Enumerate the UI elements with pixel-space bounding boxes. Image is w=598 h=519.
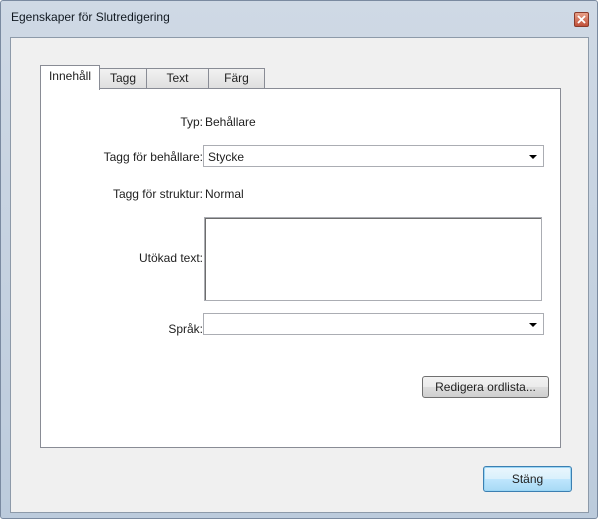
container-tag-value: Stycke <box>208 150 245 164</box>
tab-label: Innehåll <box>48 69 92 83</box>
dialog-client-area: Innehåll Tagg Text Färg Typ: Behållare T… <box>10 37 589 513</box>
language-label: Språk: <box>168 322 203 336</box>
title-bar[interactable]: Egenskaper för Slutredigering <box>1 1 597 31</box>
window-title: Egenskaper för Slutredigering <box>11 10 170 24</box>
close-x-icon <box>577 15 586 24</box>
tab-label: Tagg <box>109 71 137 85</box>
extended-text-field[interactable] <box>204 217 542 301</box>
chevron-down-icon <box>529 323 537 327</box>
close-button[interactable]: Stäng <box>483 466 572 492</box>
edit-dictionary-button[interactable]: Redigera ordlista... <box>422 376 549 398</box>
tab-farg[interactable]: Färg <box>208 68 265 89</box>
language-select[interactable] <box>203 313 544 335</box>
type-label: Typ: <box>180 115 203 129</box>
tab-panel-innehall: Typ: Behållare Tagg för behållare: Styck… <box>40 88 561 448</box>
close-button-label: Stäng <box>511 472 544 486</box>
close-window-button[interactable] <box>574 12 589 27</box>
container-tag-label: Tagg för behållare: <box>103 150 203 164</box>
tab-label: Text <box>166 71 189 85</box>
chevron-down-icon <box>529 155 537 159</box>
tab-tagg[interactable]: Tagg <box>99 68 147 89</box>
tab-innehall[interactable]: Innehåll <box>40 65 100 90</box>
extended-text-label: Utökad text: <box>138 251 203 265</box>
container-tag-select[interactable]: Stycke <box>203 145 544 167</box>
structure-tag-value: Normal <box>205 187 244 201</box>
edit-dictionary-label: Redigera ordlista... <box>435 380 536 394</box>
type-value: Behållare <box>205 115 256 129</box>
tab-text[interactable]: Text <box>146 68 209 89</box>
dialog-window: Egenskaper för Slutredigering Innehåll T… <box>0 0 598 519</box>
structure-tag-label: Tagg för struktur: <box>112 187 203 201</box>
tab-label: Färg <box>224 71 249 85</box>
